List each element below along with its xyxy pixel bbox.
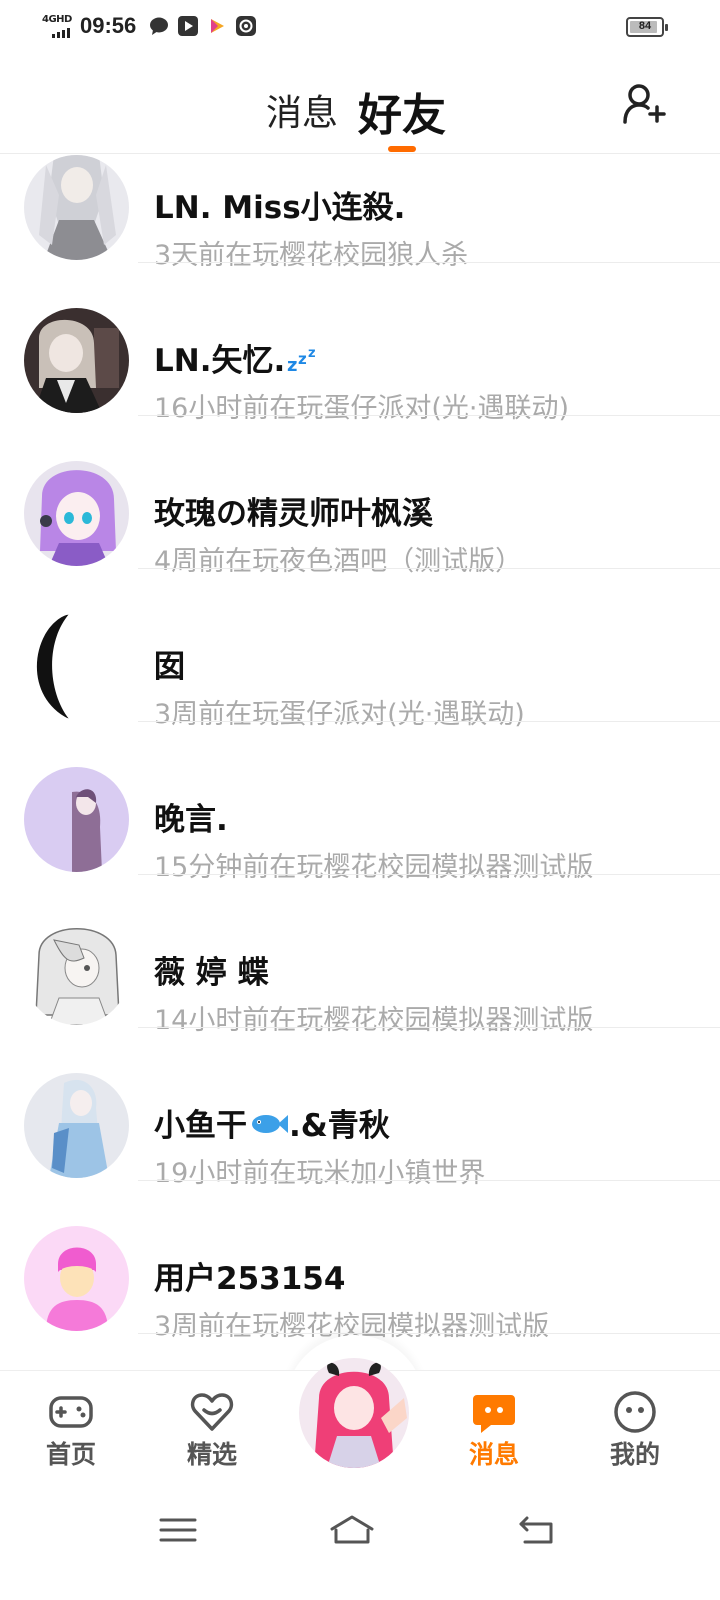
heart-badge-icon (190, 1393, 234, 1431)
svg-text:z: z (287, 355, 297, 374)
nav-messages[interactable]: 消息 (439, 1371, 549, 1489)
friend-name: LN.矢忆. zzz (154, 335, 325, 382)
friend-list: LN. Miss小连殺. 3天前在玩樱花校园狼人杀 LN.矢忆. zzz 16小… (0, 155, 720, 1370)
tab-friends[interactable]: 好友 (358, 79, 446, 143)
friend-name: 玫瑰の精灵师叶枫溪 (154, 496, 433, 532)
friend-name: 薇 婷 蝶 (154, 955, 269, 991)
message-bubble-icon (473, 1395, 515, 1433)
nav-featured-label: 精选 (186, 1440, 237, 1469)
svg-text:z: z (298, 350, 307, 368)
smiley-face-icon (614, 1391, 656, 1433)
friend-name: 晚言. (154, 802, 228, 838)
friend-item[interactable]: 囡 3周前在玩蛋仔派对(光·遇联动) (0, 569, 720, 730)
avatar[interactable] (24, 614, 129, 719)
nav-me[interactable]: 我的 (580, 1371, 690, 1489)
friend-name: LN. Miss小连殺. (154, 190, 406, 226)
system-navigation-bar (0, 1488, 720, 1600)
nav-home-label: 首页 (45, 1440, 96, 1469)
friend-item[interactable]: 玫瑰の精灵师叶枫溪 4周前在玩夜色酒吧（测试版） (0, 416, 720, 577)
avatar[interactable] (24, 461, 129, 566)
nav-home[interactable]: 首页 (16, 1371, 126, 1489)
battery-indicator: 84 (626, 17, 668, 37)
center-character-avatar[interactable] (299, 1358, 409, 1468)
friend-name: 囡 (154, 649, 185, 685)
menu-icon[interactable] (156, 1512, 200, 1548)
active-tab-indicator (388, 146, 416, 152)
browser-app-icon (236, 16, 256, 36)
avatar[interactable] (24, 155, 129, 260)
nav-messages-label: 消息 (468, 1440, 519, 1469)
nav-featured[interactable]: 精选 (157, 1371, 267, 1489)
avatar[interactable] (24, 767, 129, 872)
svg-text:z: z (308, 346, 316, 361)
add-user-icon[interactable] (622, 82, 666, 126)
sleeping-emoji-icon: zzz (287, 344, 325, 382)
play-store-icon (178, 16, 198, 36)
friend-item[interactable]: 晚言. 15分钟前在玩樱花校园模拟器测试版 (0, 722, 720, 883)
video-app-icon (211, 19, 224, 33)
avatar[interactable] (24, 308, 129, 413)
status-bar: 4GHD 09:56 84 (0, 0, 720, 56)
friend-item[interactable]: 小鱼干 .&青秋 19小时前在玩米加小镇世界 (0, 1028, 720, 1189)
friend-item[interactable]: LN. Miss小连殺. 3天前在玩樱花校园狼人杀 (0, 155, 720, 271)
gamepad-icon (49, 1396, 93, 1428)
header: 消息 好友 (0, 56, 720, 154)
friend-name: 用户253154 (154, 1261, 346, 1297)
avatar[interactable] (24, 1073, 129, 1178)
avatar[interactable] (24, 1226, 129, 1331)
battery-level: 84 (638, 20, 652, 32)
friend-name: 小鱼干 .&青秋 (154, 1108, 390, 1146)
signal-icon: 4GHD (42, 14, 74, 40)
avatar[interactable] (24, 920, 129, 1025)
friend-item[interactable]: 用户253154 3周前在玩樱花校园模拟器测试版 (0, 1181, 720, 1342)
friend-item[interactable]: 薇 婷 蝶 14小时前在玩樱花校园模拟器测试版 (0, 875, 720, 1036)
nav-me-label: 我的 (609, 1440, 660, 1469)
network-type: 4GHD (42, 14, 72, 25)
back-icon[interactable] (515, 1512, 559, 1548)
chat-bubble-icon (150, 17, 168, 35)
fish-emoji-icon (249, 1110, 289, 1146)
clock: 09:56 (80, 13, 137, 38)
tab-messages[interactable]: 消息 (266, 84, 338, 136)
home-icon[interactable] (330, 1512, 374, 1548)
friend-item[interactable]: LN.矢忆. zzz 16小时前在玩蛋仔派对(光·遇联动) (0, 263, 720, 424)
